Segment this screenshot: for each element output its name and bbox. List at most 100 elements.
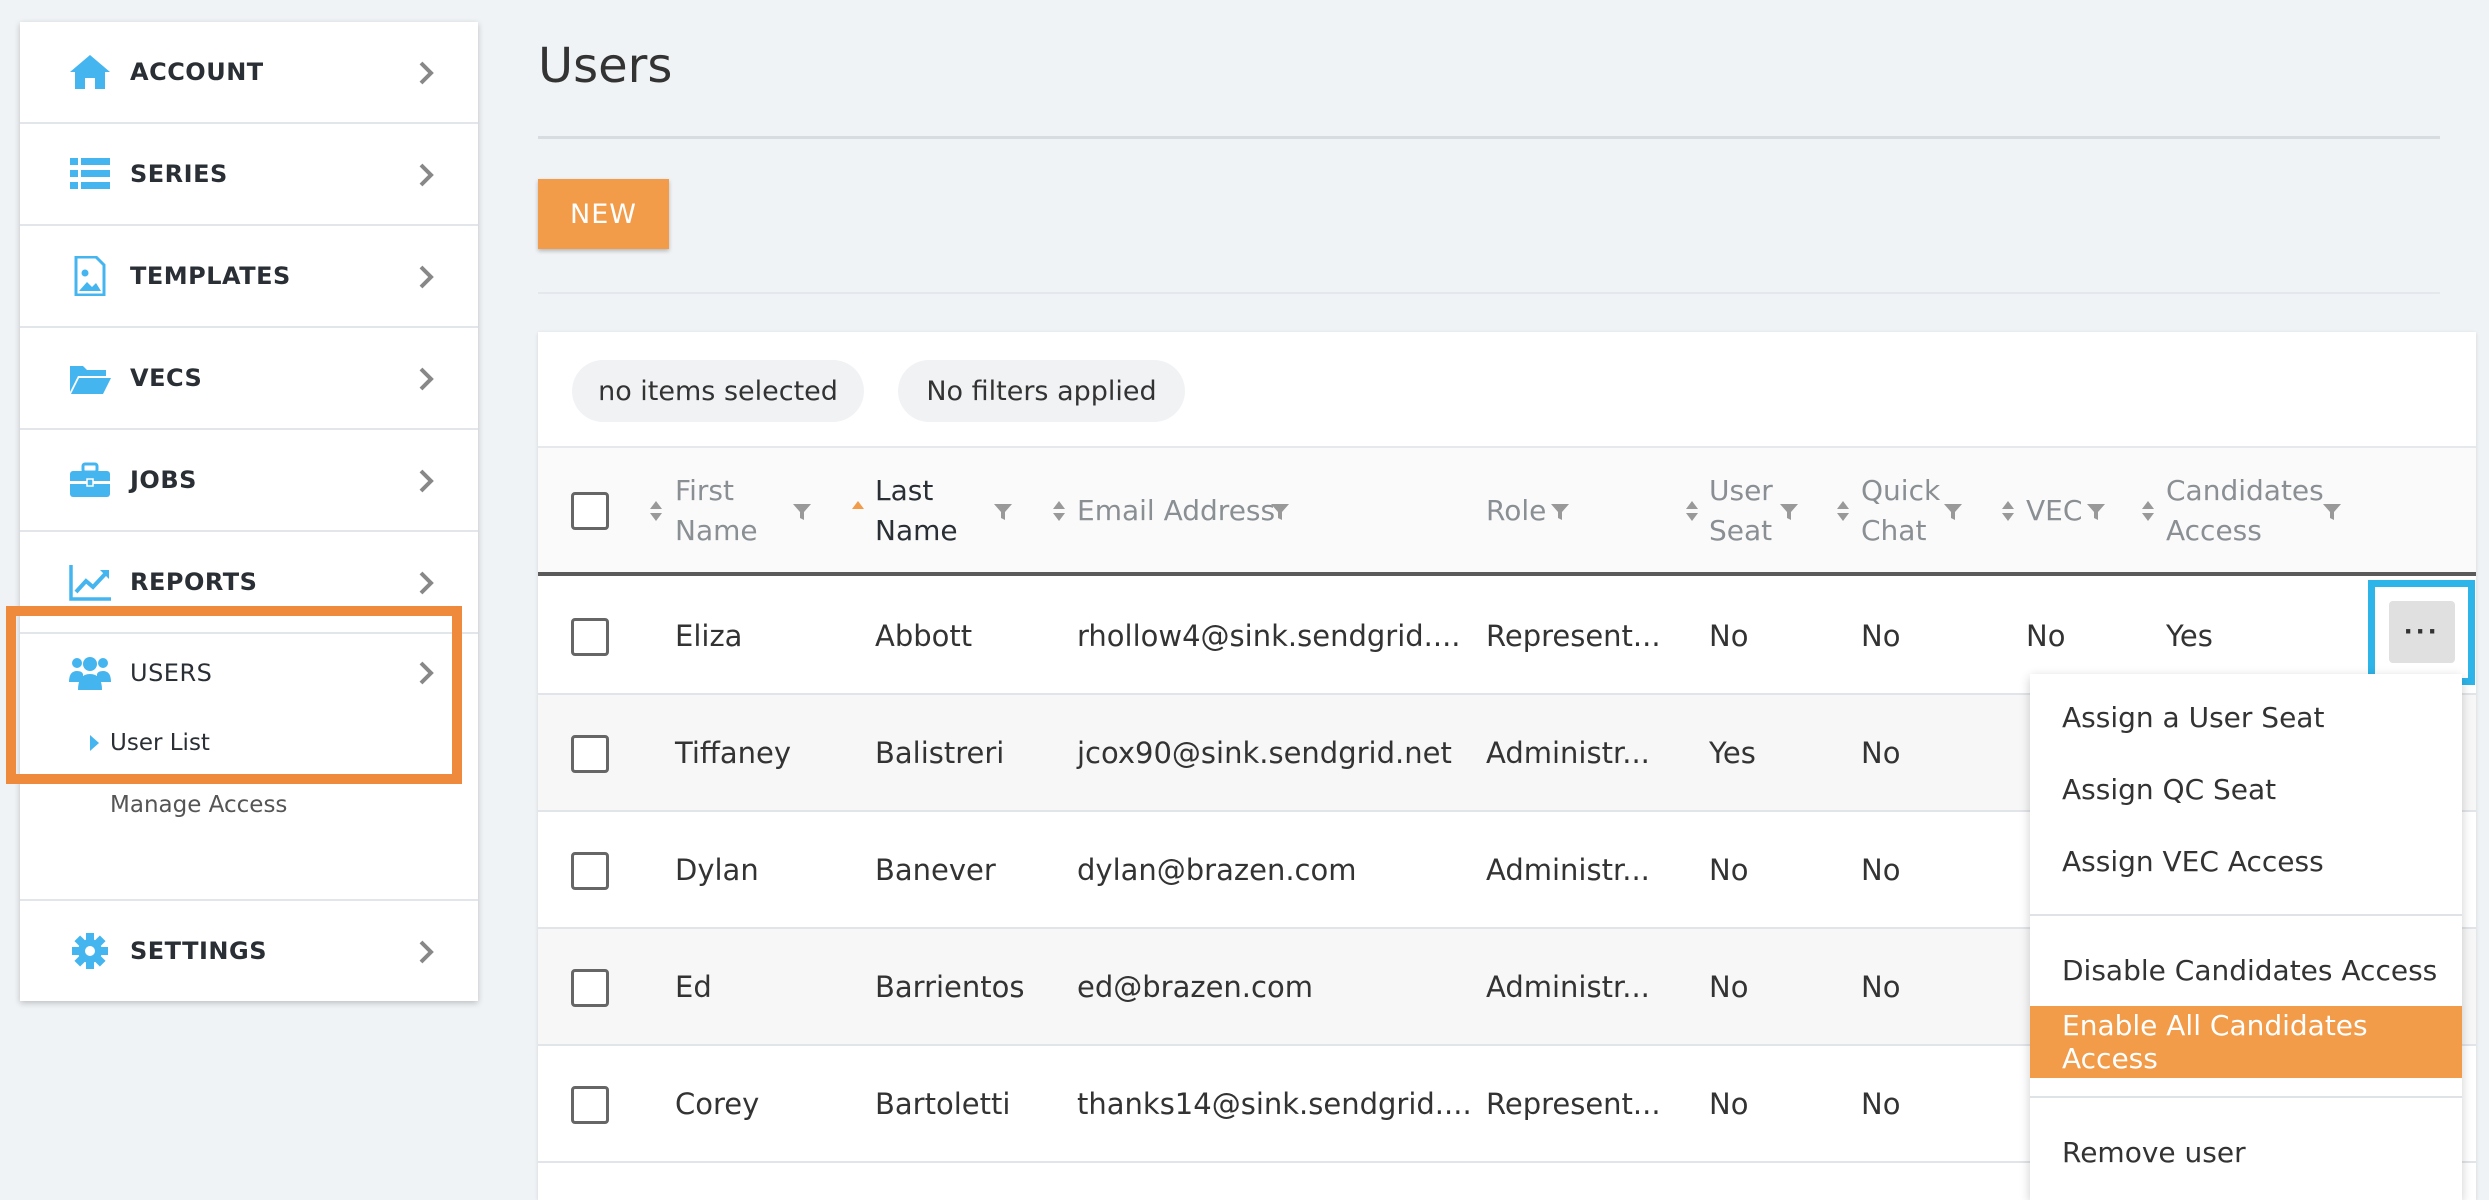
cell-last-name: Bartoletti	[875, 1087, 1011, 1121]
new-user-button[interactable]: NEW	[538, 179, 669, 249]
header-role[interactable]: Role	[1486, 491, 1546, 531]
cell-email: ed@brazen.com	[1077, 970, 1313, 1004]
chart-line-icon	[69, 565, 111, 601]
filter-icon[interactable]	[1550, 502, 1570, 522]
sidebar-item-series[interactable]: SERIES	[20, 124, 478, 226]
row-checkbox[interactable]	[571, 852, 609, 890]
list-icon	[70, 158, 110, 189]
chevron-right-icon	[419, 940, 434, 964]
row-checkbox[interactable]	[571, 969, 609, 1007]
cell-first-name: Corey	[675, 1087, 760, 1121]
sidebar-item-vecs[interactable]: VECS	[20, 328, 478, 430]
cell-last-name: Abbott	[875, 619, 973, 653]
cell-user-seat: No	[1709, 1087, 1749, 1121]
cell-email: thanks14@sink.sendgrid....	[1077, 1087, 1472, 1121]
title-divider	[538, 136, 2440, 139]
header-line: Candidates	[2166, 474, 2324, 507]
header-line: User	[1709, 474, 1773, 507]
briefcase-icon	[70, 462, 110, 497]
header-vec[interactable]: VEC	[2026, 491, 2082, 531]
header-first-name[interactable]: First Name	[675, 471, 758, 551]
chevron-right-icon	[419, 571, 434, 595]
filter-icon[interactable]	[993, 502, 1013, 522]
select-all-checkbox[interactable]	[571, 492, 609, 530]
row-actions-button[interactable]: ···	[2389, 601, 2455, 663]
cell-first-name: Ed	[675, 970, 712, 1004]
header-line: Chat	[1861, 514, 1927, 547]
cell-user-seat: No	[1709, 970, 1749, 1004]
home-icon	[70, 55, 110, 89]
sidebar-item-label: REPORTS	[130, 568, 258, 596]
header-quick-chat[interactable]: Quick Chat	[1861, 471, 1940, 551]
filter-icon[interactable]	[1943, 502, 1963, 522]
row-actions-menu: Assign a User Seat Assign QC Seat Assign…	[2030, 674, 2462, 1200]
row-checkbox[interactable]	[571, 1086, 609, 1124]
menu-item-assign-user-seat[interactable]: Assign a User Seat	[2030, 681, 2462, 753]
menu-item-remove-user[interactable]: Remove user	[2030, 1116, 2462, 1188]
sidebar-item-templates[interactable]: TEMPLATES	[20, 226, 478, 328]
sidebar: ACCOUNT SERIES TEMPLATES VECS JOBS REPOR…	[20, 22, 478, 1001]
filter-icon[interactable]	[2086, 502, 2106, 522]
chevron-right-icon	[419, 265, 434, 289]
sort-icon[interactable]	[1685, 500, 1699, 522]
section-divider	[538, 292, 2440, 294]
folder-icon	[70, 366, 111, 394]
filter-icon[interactable]	[1779, 502, 1799, 522]
cell-user-seat: Yes	[1709, 736, 1756, 770]
selection-status: no items selected	[572, 360, 864, 422]
header-last-name[interactable]: Last Name	[875, 471, 958, 551]
filter-status: No filters applied	[898, 360, 1185, 422]
header-candidates-access[interactable]: Candidates Access	[2166, 471, 2324, 551]
header-user-seat[interactable]: User Seat	[1709, 471, 1773, 551]
cell-quick-chat: No	[1861, 853, 1901, 887]
filter-icon[interactable]	[1270, 502, 1290, 522]
sidebar-item-jobs[interactable]: JOBS	[20, 430, 478, 532]
sidebar-item-account[interactable]: ACCOUNT	[20, 22, 478, 124]
menu-item-assign-qc-seat[interactable]: Assign QC Seat	[2030, 753, 2462, 825]
cell-quick-chat: No	[1861, 619, 1901, 653]
chevron-right-icon	[419, 61, 434, 85]
cell-quick-chat: No	[1861, 970, 1901, 1004]
gear-icon	[72, 933, 108, 969]
users-highlight-box	[6, 606, 462, 784]
row-actions-focus-ring: ···	[2368, 580, 2475, 685]
cell-role: Administr...	[1486, 970, 1650, 1004]
sort-icon[interactable]	[2141, 500, 2155, 522]
sidebar-item-label: SERIES	[130, 160, 228, 188]
chevron-right-icon	[419, 163, 434, 187]
cell-first-name: Dylan	[675, 853, 759, 887]
cell-last-name: Barrientos	[875, 970, 1025, 1004]
cell-email: rhollow4@sink.sendgrid....	[1077, 619, 1461, 653]
sidebar-item-label: SETTINGS	[130, 937, 267, 965]
chevron-right-icon	[419, 469, 434, 493]
filter-icon[interactable]	[792, 502, 812, 522]
sort-icon[interactable]	[1052, 500, 1066, 522]
sort-icon[interactable]	[1836, 500, 1850, 522]
sort-icon[interactable]	[2001, 500, 2015, 522]
cell-first-name: Tiffaney	[675, 736, 792, 770]
sidebar-item-label: ACCOUNT	[130, 58, 264, 86]
sort-ascending-icon[interactable]	[851, 500, 865, 522]
sidebar-item-settings[interactable]: SETTINGS	[20, 901, 478, 1001]
header-line: Name	[675, 514, 758, 547]
cell-role: Represent...	[1486, 1087, 1661, 1121]
row-checkbox[interactable]	[571, 618, 609, 656]
cell-role: Administr...	[1486, 853, 1650, 887]
sidebar-item-label: VECS	[130, 364, 203, 392]
sidebar-item-label: JOBS	[130, 466, 197, 494]
cell-candidates-access: Yes	[2166, 619, 2213, 653]
menu-item-disable-candidates-access[interactable]: Disable Candidates Access	[2030, 934, 2462, 1006]
filter-icon[interactable]	[2322, 502, 2342, 522]
cell-user-seat: No	[1709, 853, 1749, 887]
cell-quick-chat: No	[1861, 1087, 1901, 1121]
page-title: Users	[538, 38, 673, 94]
menu-item-assign-vec-access[interactable]: Assign VEC Access	[2030, 825, 2462, 897]
sidebar-subitem-manage-access[interactable]: Manage Access	[110, 792, 287, 818]
sort-icon[interactable]	[649, 500, 663, 522]
menu-item-enable-all-candidates-access[interactable]: Enable All Candidates Access	[2030, 1006, 2462, 1078]
header-line: Seat	[1709, 514, 1773, 547]
cell-last-name: Banever	[875, 853, 996, 887]
header-email[interactable]: Email Address	[1077, 491, 1275, 531]
cell-role: Administr...	[1486, 736, 1650, 770]
row-checkbox[interactable]	[571, 735, 609, 773]
